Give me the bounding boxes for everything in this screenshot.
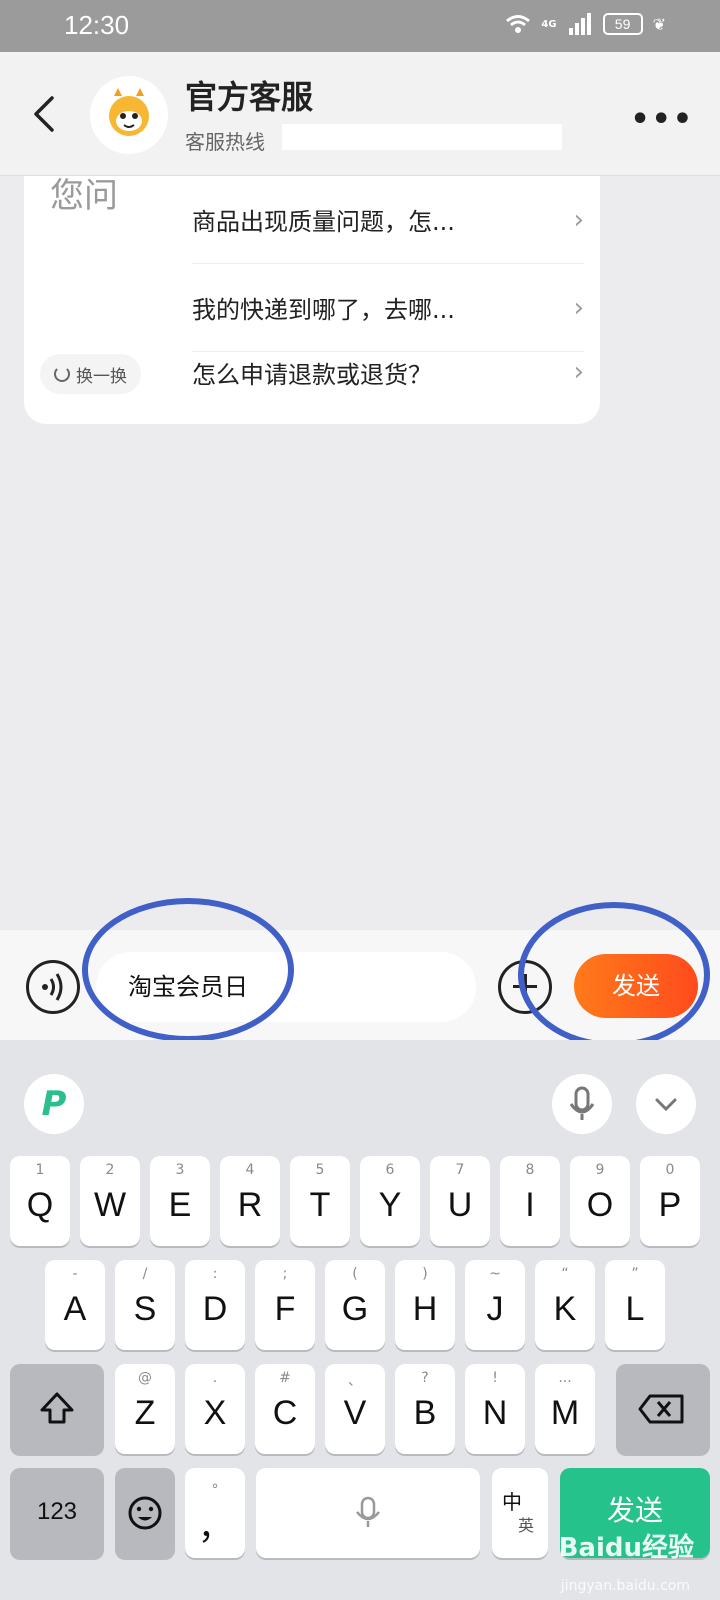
key-s[interactable]: / S	[115, 1260, 175, 1350]
space-key[interactable]	[256, 1468, 480, 1558]
key-k[interactable]: “K	[535, 1260, 595, 1350]
refresh-icon	[54, 366, 70, 382]
emoji-key[interactable]	[115, 1468, 175, 1558]
chevron-right-icon: ›	[573, 357, 584, 387]
watermark-url: jingyan.baidu.com	[560, 1578, 690, 1594]
message-input-bar: 淘宝会员日 发送	[0, 930, 720, 1040]
chevron-right-icon: ›	[573, 204, 584, 235]
key-m[interactable]: ... M	[535, 1364, 595, 1454]
key-b[interactable]: ? B	[395, 1364, 455, 1454]
more-options-icon[interactable]: •••	[630, 102, 694, 137]
key-q[interactable]: 1Q	[10, 1156, 70, 1246]
avatar[interactable]	[90, 76, 168, 154]
key-a[interactable]: -A	[45, 1260, 105, 1350]
shift-key[interactable]	[10, 1364, 104, 1454]
microphone-button[interactable]	[552, 1074, 612, 1134]
chat-title: 官方客服	[185, 78, 314, 116]
watermark-logo: Baidu经验	[558, 1533, 694, 1563]
status-icons: 4G 59 ❦	[505, 13, 666, 35]
key-x[interactable]: .X	[185, 1364, 245, 1454]
faq-item-label: 怎么申请退款或退货？	[192, 360, 432, 389]
key-w[interactable]: 2W	[80, 1156, 140, 1246]
faq-item-label: 我的快递到哪了，去哪...	[192, 296, 455, 324]
key-p[interactable]: 0P	[640, 1156, 700, 1246]
key-e[interactable]: 3E	[150, 1156, 210, 1246]
key-h[interactable]: ) H	[395, 1260, 455, 1350]
status-bar: 12:30 4G 59 ❦	[0, 0, 720, 52]
leaf-icon: ❦	[652, 14, 666, 34]
soft-keyboard: P 1Q 2W 3E 4R 5T 6Y 7U 8I 9O 0P -A / S :D…	[0, 1040, 720, 1600]
key-o[interactable]: 9O	[570, 1156, 630, 1246]
key-g[interactable]: (G	[325, 1260, 385, 1350]
lang-english-label: 英	[518, 1516, 535, 1535]
refresh-button[interactable]: 换一换	[40, 354, 141, 394]
key-v[interactable]: 、 V	[325, 1364, 385, 1454]
network-type: 4G	[541, 18, 557, 30]
key-n[interactable]: ! N	[465, 1364, 525, 1454]
signal-icon	[568, 13, 591, 35]
faq-item-label: 商品出现质量问题，怎...	[192, 208, 455, 236]
message-input[interactable]: 淘宝会员日	[96, 952, 476, 1022]
key-u[interactable]: 7U	[430, 1156, 490, 1246]
key-i[interactable]: 8I	[500, 1156, 560, 1246]
card-partial-heading: 您问	[50, 176, 118, 216]
backspace-key[interactable]	[616, 1364, 710, 1454]
keyboard-logo-icon[interactable]: P	[24, 1074, 84, 1134]
voice-wave-icon	[42, 973, 63, 1001]
status-time: 12:30	[64, 10, 130, 40]
add-attachment-button[interactable]	[498, 960, 552, 1014]
key-y[interactable]: 6Y	[360, 1156, 420, 1246]
lang-chinese-label: 中	[502, 1490, 522, 1514]
microphone-icon	[356, 1496, 380, 1527]
key-c[interactable]: # C	[255, 1364, 315, 1454]
faq-card: 您问 商品出现质量问题，怎... › 我的快递到哪了，去哪... › 怎么申请退…	[24, 176, 600, 424]
emoji-icon	[128, 1496, 162, 1530]
shift-arrow-icon	[40, 1392, 74, 1424]
key-r[interactable]: 4R	[220, 1156, 280, 1246]
voice-input-button[interactable]	[26, 960, 80, 1014]
key-l[interactable]: ” L	[605, 1260, 665, 1350]
send-button[interactable]: 发送	[574, 954, 698, 1018]
chat-header: 官方客服 客服热线 •••	[0, 52, 720, 176]
key-d[interactable]: :D	[185, 1260, 245, 1350]
refresh-label: 换一换	[76, 366, 127, 387]
chevron-down-icon	[655, 1098, 677, 1112]
numbers-key[interactable]: 123	[10, 1468, 104, 1558]
back-arrow-icon[interactable]	[30, 94, 60, 134]
key-t[interactable]: 5T	[290, 1156, 350, 1246]
backspace-icon	[638, 1394, 684, 1424]
comma-key[interactable]: ° ，	[185, 1468, 245, 1558]
chevron-right-icon: ›	[573, 292, 584, 323]
key-z[interactable]: @ Z	[115, 1364, 175, 1454]
chat-subtitle: 客服热线	[185, 130, 265, 154]
wifi-icon	[506, 15, 531, 33]
microphone-icon	[569, 1086, 595, 1120]
redacted-phone-block	[282, 124, 562, 150]
hide-keyboard-button[interactable]	[636, 1074, 696, 1134]
key-j[interactable]: ~ J	[465, 1260, 525, 1350]
battery-level: 59	[602, 13, 643, 35]
faq-item[interactable]: 怎么申请退款或退货？ ›	[192, 328, 584, 416]
language-switch-key[interactable]: 中 英	[492, 1468, 548, 1558]
faq-item[interactable]: 商品出现质量问题，怎... ›	[192, 176, 584, 264]
mascot-icon	[109, 88, 149, 136]
key-f[interactable]: ; F	[255, 1260, 315, 1350]
